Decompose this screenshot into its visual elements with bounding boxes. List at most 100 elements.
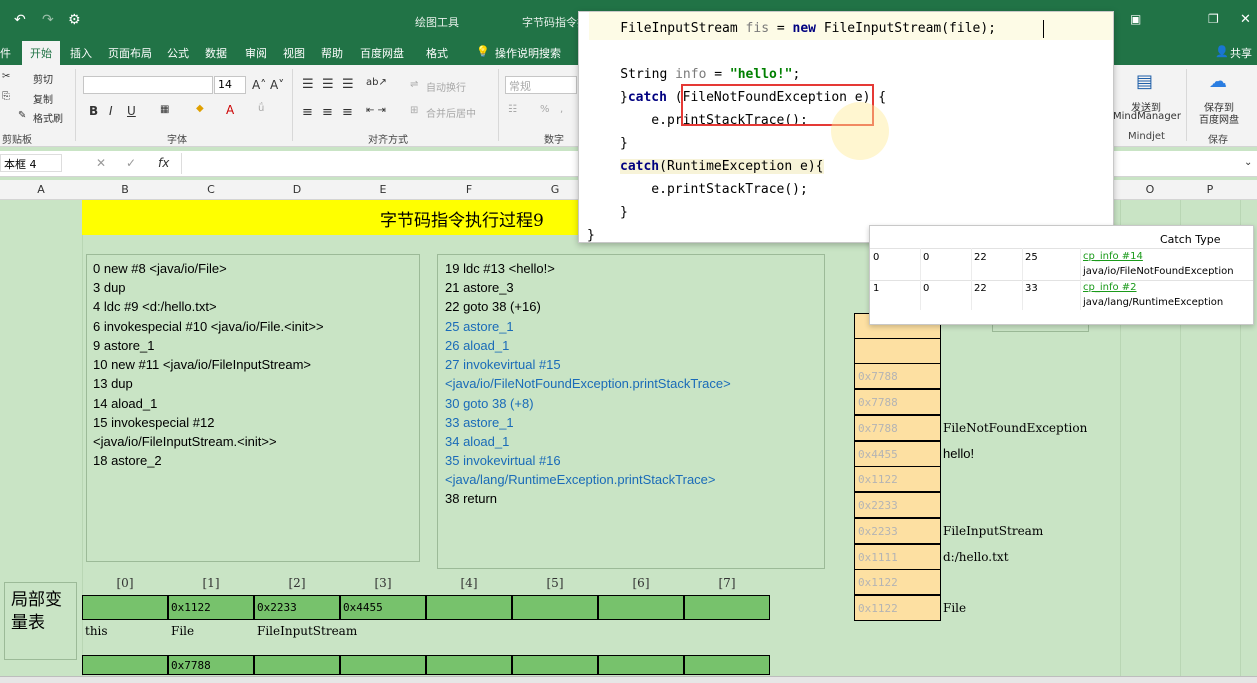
stack-slot[interactable]: 0x7788: [854, 389, 941, 415]
local-var-slot[interactable]: [512, 595, 598, 620]
column-header[interactable]: A: [0, 183, 82, 196]
exception-table-popup[interactable]: Catch Type 0 0 22 25 cp_info #14 java/io…: [869, 225, 1254, 325]
local-var-slot-row2[interactable]: [340, 655, 426, 675]
tab-home[interactable]: 开始: [22, 41, 60, 65]
shrink-font-icon[interactable]: A˅: [270, 78, 284, 92]
tab-file[interactable]: 件: [0, 45, 11, 61]
mindmanager-icon[interactable]: ▤: [1136, 71, 1153, 92]
bytecode-box-right[interactable]: 19 ldc #13 <hello!> 21 astore_3 22 goto …: [437, 254, 825, 569]
tab-format[interactable]: 格式: [426, 45, 448, 61]
italic-button[interactable]: I: [109, 104, 113, 118]
cut-button[interactable]: 剪切: [33, 71, 53, 86]
local-var-slot-row2[interactable]: [254, 655, 340, 675]
orientation-icon[interactable]: ab↗: [366, 77, 387, 88]
expand-formula-icon[interactable]: ⌄: [1244, 157, 1252, 168]
share-button[interactable]: 共享: [1230, 45, 1252, 61]
local-var-slot-row2[interactable]: 0x7788: [168, 655, 254, 675]
local-vars-label-box[interactable]: 局部变量表: [4, 582, 77, 660]
tab-page-layout[interactable]: 页面布局: [108, 45, 152, 61]
cp-info-link[interactable]: cp_info #2: [1083, 282, 1137, 293]
column-header[interactable]: E: [340, 183, 426, 196]
grow-font-icon[interactable]: A˄: [252, 78, 266, 92]
stack-slot[interactable]: 0x7788: [854, 363, 941, 389]
mindmanager-label[interactable]: MindManager: [1113, 111, 1181, 122]
stack-slot[interactable]: 0x1122: [854, 595, 941, 621]
copy-button[interactable]: 复制: [33, 91, 53, 106]
local-var-slot[interactable]: [82, 595, 168, 620]
tab-help[interactable]: 帮助: [321, 45, 343, 61]
stack-slot[interactable]: 0x2233: [854, 492, 941, 518]
baidu-cloud-icon[interactable]: ☁: [1209, 71, 1227, 92]
align-left-icon[interactable]: ≡: [302, 105, 313, 120]
align-center-icon[interactable]: ≡: [322, 105, 333, 120]
customize-qa-icon[interactable]: ⚙: [68, 12, 81, 28]
tab-insert[interactable]: 插入: [70, 45, 92, 61]
column-header[interactable]: O: [1120, 183, 1180, 196]
stack-slot[interactable]: [854, 338, 941, 364]
enter-icon[interactable]: ✓: [126, 156, 136, 170]
font-name-combo[interactable]: [83, 76, 213, 94]
local-var-slot[interactable]: 0x4455: [340, 595, 426, 620]
ribbon-display-icon[interactable]: ▣: [1130, 12, 1141, 26]
stack-slot[interactable]: 0x2233: [854, 518, 941, 544]
number-format-combo[interactable]: 常规: [505, 76, 577, 94]
align-middle-icon[interactable]: ☰: [322, 77, 334, 92]
phonetic-icon[interactable]: ǘ: [258, 103, 264, 114]
wrap-text-button[interactable]: 自动换行: [426, 79, 466, 94]
sheet-tabs-bar[interactable]: [0, 676, 1257, 683]
local-var-slot[interactable]: [684, 595, 770, 620]
tab-data[interactable]: 数据: [205, 45, 227, 61]
local-var-slot[interactable]: 0x1122: [168, 595, 254, 620]
format-painter-button[interactable]: 格式刷: [33, 110, 63, 125]
stack-slot[interactable]: 0x1122: [854, 466, 941, 492]
align-top-icon[interactable]: ☰: [302, 77, 314, 92]
name-box[interactable]: 本框 4: [0, 154, 62, 172]
border-icon[interactable]: ▦: [160, 104, 169, 115]
close-icon[interactable]: ✕: [1240, 12, 1251, 27]
tab-formulas[interactable]: 公式: [167, 45, 189, 61]
column-header[interactable]: F: [426, 183, 512, 196]
bold-button[interactable]: B: [89, 104, 98, 118]
column-header[interactable]: D: [254, 183, 340, 196]
font-size-combo[interactable]: 14: [214, 76, 246, 94]
tab-view[interactable]: 视图: [283, 45, 305, 61]
fill-color-icon[interactable]: ◆: [196, 103, 204, 114]
cp-info-link[interactable]: cp_info #14: [1083, 251, 1143, 262]
currency-icon[interactable]: ☷: [508, 104, 517, 115]
comma-icon[interactable]: ,: [560, 104, 563, 115]
local-var-slot-row2[interactable]: [684, 655, 770, 675]
column-header[interactable]: B: [82, 183, 168, 196]
baidu-disk-label[interactable]: 百度网盘: [1199, 111, 1239, 126]
stack-slot[interactable]: 0x1111: [854, 544, 941, 570]
tab-baidu[interactable]: 百度网盘: [360, 45, 404, 61]
tell-me-search[interactable]: 操作说明搜索: [495, 45, 561, 61]
java-source-popup[interactable]: FileInputStream fis = new FileInputStrea…: [578, 11, 1114, 243]
underline-button[interactable]: U: [127, 104, 136, 118]
formula-input[interactable]: [181, 153, 581, 174]
bytecode-box-left[interactable]: 0 new #8 <java/io/File> 3 dup 4 ldc #9 <…: [86, 254, 420, 562]
local-var-slot[interactable]: [426, 595, 512, 620]
local-var-slot-row2[interactable]: [512, 655, 598, 675]
local-var-slot-row2[interactable]: [426, 655, 512, 675]
undo-icon[interactable]: ↶: [14, 12, 26, 28]
stack-slot[interactable]: 0x4455: [854, 441, 941, 467]
stack-slot[interactable]: 0x1122: [854, 569, 941, 595]
font-color-icon[interactable]: A: [226, 103, 234, 117]
insert-function-button[interactable]: fx: [158, 156, 169, 170]
local-var-slot[interactable]: 0x2233: [254, 595, 340, 620]
redo-icon[interactable]: ↷: [42, 12, 54, 28]
align-bottom-icon[interactable]: ☰: [342, 77, 354, 92]
restore-icon[interactable]: ❐: [1208, 12, 1219, 26]
indent-icon[interactable]: ⇤ ⇥: [366, 105, 386, 116]
align-right-icon[interactable]: ≡: [342, 105, 353, 120]
tab-review[interactable]: 审阅: [245, 45, 267, 61]
merge-center-button[interactable]: 合并后居中: [426, 105, 476, 120]
local-var-slot-row2[interactable]: [598, 655, 684, 675]
local-var-slot-row2[interactable]: [82, 655, 168, 675]
column-header[interactable]: P: [1180, 183, 1240, 196]
stack-slot[interactable]: 0x7788: [854, 415, 941, 441]
cancel-icon[interactable]: ✕: [96, 156, 106, 170]
local-var-slot[interactable]: [598, 595, 684, 620]
column-header[interactable]: C: [168, 183, 254, 196]
percent-icon[interactable]: %: [540, 104, 550, 115]
